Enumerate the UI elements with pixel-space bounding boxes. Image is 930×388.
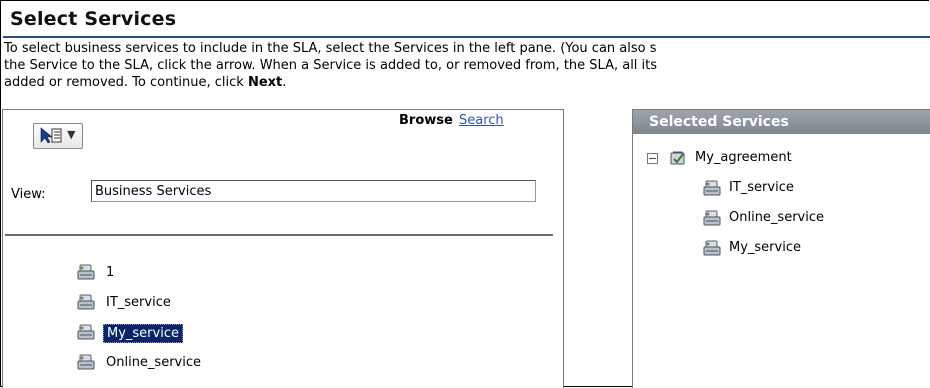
business-service-icon	[703, 180, 721, 196]
business-service-icon	[77, 264, 95, 280]
selected-service-label: My_service	[729, 240, 801, 255]
business-service-icon	[77, 354, 95, 370]
business-service-icon	[703, 210, 721, 226]
business-service-icon	[703, 240, 721, 256]
selected-services-pane: Selected Services − My_agreement IT_serv…	[632, 109, 930, 388]
instructions-text: To select business services to include i…	[4, 40, 930, 91]
pane-divider	[5, 234, 553, 236]
selected-service-label: IT_service	[729, 180, 794, 195]
instructions-line-3: added or removed. To continue, click Nex…	[4, 74, 930, 91]
search-link[interactable]: Search	[459, 113, 504, 128]
service-label: 1	[106, 265, 115, 280]
instructions-line-1: To select business services to include i…	[4, 41, 657, 56]
service-label: IT_service	[106, 295, 171, 310]
business-service-icon	[77, 324, 95, 340]
page-title: Select Services	[10, 8, 177, 30]
view-field[interactable]	[91, 180, 536, 202]
view-label: View:	[11, 187, 46, 202]
instructions-line-3-pre: added or removed. To continue, click	[4, 75, 248, 90]
instructions-line-2: the Service to the SLA, click the arrow.…	[4, 58, 658, 73]
available-services-pane: ▼ Browse Search View: 1 IT_service My_se…	[2, 109, 564, 388]
collapse-toggle[interactable]: −	[647, 153, 658, 164]
service-label: Online_service	[106, 355, 201, 370]
agreement-label: My_agreement	[695, 150, 792, 165]
service-label: My_service	[103, 324, 183, 343]
chevron-down-icon: ▼	[67, 128, 76, 141]
agreement-icon	[670, 151, 685, 165]
instructions-next-keyword: Next	[247, 75, 283, 90]
instructions-line-3-post: .	[282, 75, 287, 90]
title-divider	[3, 36, 930, 38]
browse-tab[interactable]: Browse	[399, 113, 453, 128]
view-options-button[interactable]: ▼	[33, 123, 83, 149]
business-service-icon	[77, 294, 95, 310]
selected-service-label: Online_service	[729, 210, 824, 225]
view-options-icon	[40, 127, 62, 144]
selected-services-header: Selected Services	[633, 110, 930, 134]
